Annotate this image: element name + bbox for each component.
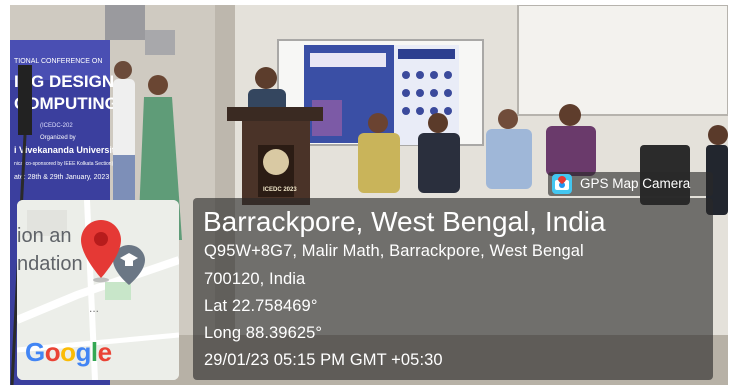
google-logo-letter: o	[44, 337, 61, 367]
google-logo-letter: l	[90, 337, 98, 367]
person-shirt	[113, 79, 135, 159]
guest-kurta	[546, 126, 596, 176]
google-logo-letter: g	[75, 337, 92, 367]
address-line-2: 700120, India	[204, 270, 306, 288]
podium-emblem-seal	[263, 149, 289, 175]
map-ellipsis: ...	[89, 301, 99, 315]
map-park	[105, 282, 131, 300]
google-logo-letter: G	[25, 337, 45, 367]
guest-suit	[418, 133, 460, 193]
speaker-head	[255, 67, 277, 89]
map-label-2: ndation	[17, 253, 83, 275]
google-logo: Google	[25, 337, 112, 368]
guest-head	[428, 113, 448, 133]
banner-line6: i Vivekananda University	[14, 145, 120, 155]
banner-line4: (ICEDC-202	[40, 123, 73, 129]
latitude-text: Lat 22.758469°	[204, 297, 318, 315]
poster-1-header	[310, 53, 386, 67]
location-info-panel: Barrackpore, West Bengal, India Q95W+8G7…	[193, 198, 713, 380]
podium-top	[227, 107, 323, 121]
longitude-text: Long 88.39625°	[204, 324, 323, 342]
google-logo-letter: e	[97, 337, 112, 367]
person-head	[148, 75, 168, 95]
wall-tile	[145, 30, 175, 55]
gps-badge-label: GPS Map Camera	[580, 176, 691, 191]
wall-tile	[105, 5, 145, 40]
banner-line7: nical co-sponsored by IEEE Kolkata Secti…	[14, 161, 114, 167]
mini-map[interactable]: ion an ndation ... Google	[17, 200, 179, 380]
address-line-1: Q95W+8G7, Malir Math, Barrackpore, West …	[204, 242, 584, 260]
poster-2-header	[398, 49, 455, 59]
podium-emblem-text: ICEDC 2023	[263, 187, 297, 193]
banner-line8: ate: 28th & 29th January, 2023	[14, 174, 109, 181]
guest-saree	[358, 133, 400, 193]
google-logo-letter: o	[60, 337, 76, 367]
camera-rig	[18, 65, 32, 135]
banner-line1: TIONAL CONFERENCE ON	[14, 58, 102, 65]
datetime-text: 29/01/23 05:15 PM GMT +05:30	[204, 351, 443, 369]
person-head	[114, 61, 132, 79]
banner-line5: Organized by	[40, 135, 76, 141]
guest-head	[368, 113, 388, 133]
projection-screen	[517, 5, 728, 116]
gps-map-camera-badge: GPS Map Camera	[548, 172, 713, 196]
guest-shirt	[486, 129, 532, 189]
location-title: Barrackpore, West Bengal, India	[203, 206, 606, 237]
guest-head	[559, 104, 581, 126]
gps-map-camera-icon	[552, 174, 572, 194]
screenshot-frame: TIONAL CONFERENCE ON ING DESIGN COMPUTIN…	[0, 0, 736, 391]
guest-head	[708, 125, 728, 145]
map-label-1: ion an	[17, 225, 72, 247]
guest-head	[498, 109, 518, 129]
